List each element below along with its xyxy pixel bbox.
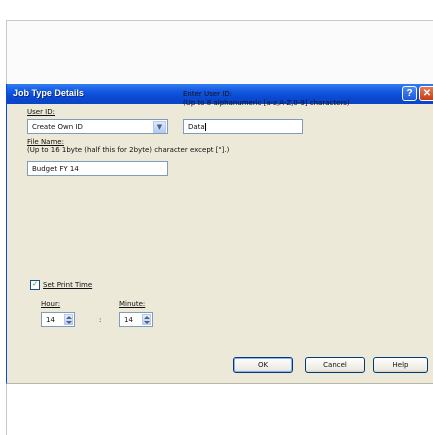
help-button[interactable]: Help [373,357,428,373]
title-help-button[interactable]: ? [402,86,417,101]
hour-spin-buttons[interactable] [64,314,73,325]
enter-user-id-hint: (Up to 8 alphanumeric [a-z,A-Z,0-9] char… [183,99,350,107]
minute-spin-buttons[interactable] [142,314,151,325]
file-name-value: Budget FY 14 [32,165,79,173]
spin-down-icon[interactable] [144,321,150,324]
minute-label: Minute: [119,300,146,308]
set-print-time-label: Set Print Time [43,281,93,289]
time-separator: : [99,316,102,324]
spin-down-icon[interactable] [66,321,72,324]
minute-value: 14 [124,316,133,324]
user-id-select-value: Create Own ID [32,123,83,131]
file-name-hint: (Up to 16 1byte (half this for 2byte) ch… [27,146,230,154]
enter-user-id-label: Enter User ID: [183,90,233,98]
background-window [6,20,433,85]
file-name-input[interactable]: Budget FY 14 [27,161,168,176]
chevron-down-icon[interactable]: ▼ [153,121,166,133]
hour-value: 14 [46,316,55,324]
background-window-bottom [6,384,433,435]
job-type-details-dialog: Job Type Details ? ✕ Enter User ID: (Up … [6,84,433,384]
set-print-time-checkbox[interactable]: ✓ [30,280,40,290]
checkmark-icon: ✓ [32,280,38,288]
cancel-button[interactable]: Cancel [305,357,365,373]
user-id-select[interactable]: Create Own ID ▼ [27,119,168,134]
hour-label: Hour: [41,300,61,308]
user-id-input[interactable]: Data [183,119,303,134]
spin-up-icon[interactable] [144,316,150,319]
user-id-label: User ID: [27,108,55,116]
title-close-button[interactable]: ✕ [419,86,433,101]
ok-button[interactable]: OK [233,357,293,373]
user-id-value: Data [188,123,205,131]
hour-spinner[interactable]: 14 [41,312,75,327]
spin-up-icon[interactable] [66,316,72,319]
minute-spinner[interactable]: 14 [119,312,153,327]
dialog-title: Job Type Details [13,88,84,98]
